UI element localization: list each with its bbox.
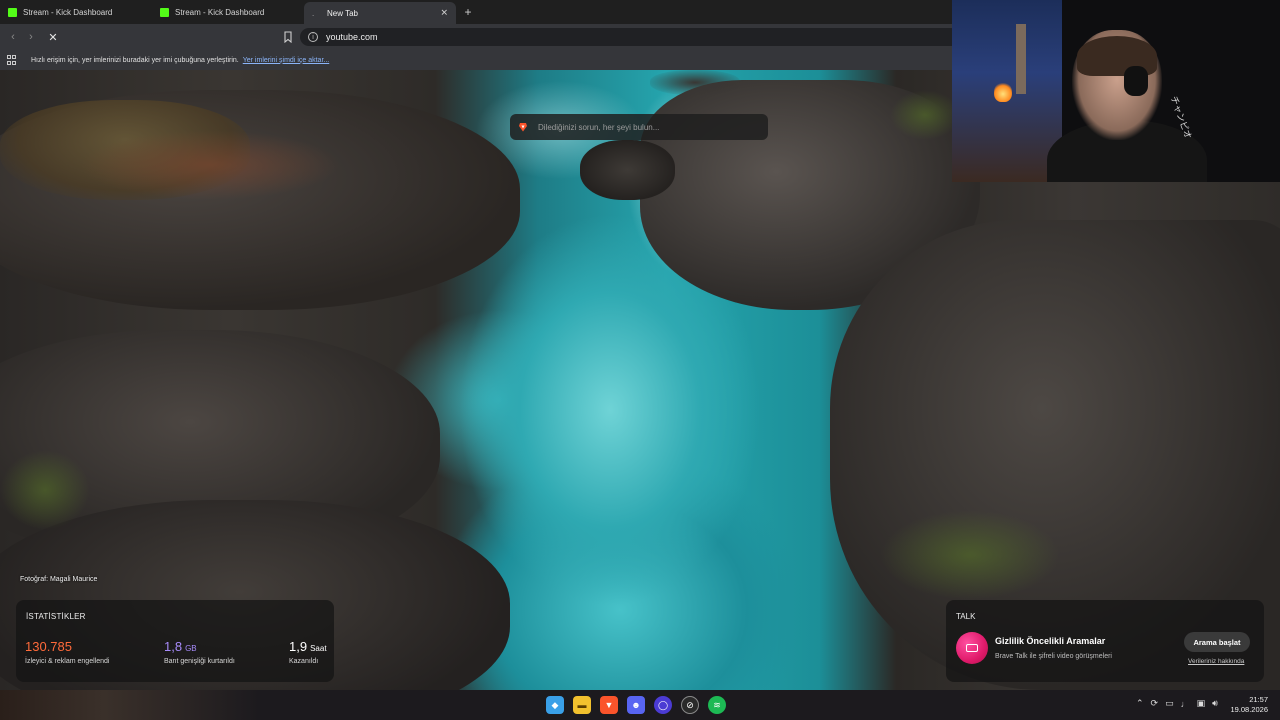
- stat-label: Kazanıldı: [289, 658, 319, 665]
- moss-patch: [880, 510, 1060, 600]
- volume-icon[interactable]: 🔊︎: [1212, 698, 1218, 709]
- moss-patch: [80, 130, 340, 200]
- stat-label: Bant genişliği kurtarıldı: [164, 658, 235, 665]
- stat-value: 1,8: [164, 639, 183, 654]
- stop-loading-button[interactable]: ✕: [44, 24, 62, 50]
- browser-toolbar: ‹ › ✕ i youtube.com: [0, 24, 952, 50]
- loading-icon: .: [312, 8, 315, 18]
- stat-label: İzleyici & reklam engellendi: [25, 658, 110, 665]
- headset-icon: [1124, 66, 1148, 96]
- stat-value: 1,9: [289, 639, 308, 654]
- about-your-data-link[interactable]: Verileriniz hakkında: [1188, 658, 1244, 665]
- back-button[interactable]: ‹: [4, 24, 22, 50]
- chevron-up-icon[interactable]: ⌃: [1136, 698, 1144, 709]
- bookmarks-bar: Hızlı erişim için, yer imlerinizi burada…: [0, 50, 952, 70]
- tab-title: New Tab: [327, 8, 358, 18]
- moss-patch: [0, 450, 90, 530]
- kick-favicon-icon: [160, 7, 169, 17]
- talk-title: Gizlilik Öncelikli Aramalar: [995, 636, 1106, 646]
- taskbar-apps: ◆ ▬ ▼ ☻ ◯ ⊘ ≋: [546, 696, 726, 714]
- stats-widget: İSTATİSTİKLER 130.785 İzleyici & reklam …: [16, 600, 334, 682]
- talk-heading: TALK: [956, 612, 976, 621]
- stat-bandwidth-saved: 1,8 GB Bant genişliği kurtarıldı: [164, 638, 235, 665]
- clock-date: 19.08.2026: [1230, 705, 1268, 714]
- stat-value: 130.785: [25, 639, 72, 654]
- talk-subtitle: Brave Talk ile şifreli video görüşmeleri: [995, 653, 1112, 660]
- search-input[interactable]: Dilediğinizi sorun, her şeyi bulun...: [510, 114, 768, 140]
- tab-new-tab[interactable]: . New Tab ✕: [304, 2, 456, 24]
- webcam-overlay: チャンピオ: [952, 0, 1280, 182]
- rock-formation: [650, 70, 740, 95]
- stat-unit: GB: [185, 644, 197, 653]
- stats-heading: İSTATİSTİKLER: [26, 612, 86, 621]
- file-explorer-icon[interactable]: ▬: [573, 696, 591, 714]
- microphone-icon[interactable]: ♩: [1181, 699, 1190, 709]
- brave-logo-icon: [519, 123, 527, 132]
- spotify-icon[interactable]: ≋: [708, 696, 726, 714]
- bookmark-icon[interactable]: [282, 31, 294, 43]
- app-icon[interactable]: ⊘: [681, 696, 699, 714]
- stat-trackers-blocked: 130.785 İzleyici & reklam engellendi: [25, 638, 109, 665]
- clock-time: 21:57: [1249, 695, 1268, 704]
- bookmarks-bar-message: Hızlı erişim için, yer imlerinizi burada…: [31, 56, 239, 64]
- taskbar-left-area: [0, 690, 260, 720]
- obs-icon[interactable]: ◯: [654, 696, 672, 714]
- system-clock[interactable]: 21:57 19.08.2026: [1230, 695, 1268, 715]
- new-tab-button[interactable]: +: [456, 0, 480, 24]
- site-info-icon[interactable]: i: [308, 32, 318, 42]
- forward-button[interactable]: ›: [22, 24, 40, 50]
- video-camera-icon: [956, 632, 988, 664]
- photo-credit[interactable]: Fotoğraf: Magali Maurice: [20, 576, 97, 583]
- folder-icon[interactable]: ▭: [1165, 698, 1174, 709]
- tab-strip: Stream - Kick Dashboard Stream - Kick Da…: [0, 0, 952, 24]
- start-call-button[interactable]: Arama başlat: [1184, 632, 1250, 652]
- fantasy-artwork: [952, 0, 1062, 182]
- close-tab-icon[interactable]: ✕: [440, 8, 448, 19]
- address-bar[interactable]: i youtube.com: [300, 28, 952, 46]
- windows-taskbar: ◆ ▬ ▼ ☻ ◯ ⊘ ≋ ⌃ ⟳ ▭ ♩ ▣ 🔊︎ 21:57 19.08.2…: [0, 690, 1280, 720]
- apps-grid-icon[interactable]: [7, 55, 17, 65]
- brave-browser-icon[interactable]: ▼: [600, 696, 618, 714]
- artwork-campfire: [994, 82, 1012, 102]
- tab-kick-dashboard-1[interactable]: Stream - Kick Dashboard: [0, 0, 152, 24]
- stat-time-saved: 1,9 Saat Kazanıldı: [289, 638, 327, 665]
- discord-icon[interactable]: ☻: [627, 696, 645, 714]
- network-icon[interactable]: ▣: [1197, 698, 1206, 709]
- windows-search-icon[interactable]: ◆: [546, 696, 564, 714]
- tab-title: Stream - Kick Dashboard: [23, 7, 113, 17]
- system-tray: ⌃ ⟳ ▭ ♩ ▣ 🔊︎: [1136, 698, 1218, 709]
- search-placeholder: Dilediğinizi sorun, her şeyi bulun...: [538, 122, 660, 132]
- import-bookmarks-link[interactable]: Yer imlerini şimdi içe aktar...: [243, 57, 330, 64]
- tab-kick-dashboard-2[interactable]: Stream - Kick Dashboard: [152, 0, 304, 24]
- tab-title: Stream - Kick Dashboard: [175, 7, 265, 17]
- kick-favicon-icon: [8, 7, 17, 17]
- moss-patch: [890, 90, 960, 140]
- address-bar-url: youtube.com: [326, 32, 378, 42]
- artwork-tower: [1016, 24, 1026, 94]
- stat-unit: Saat: [310, 644, 327, 653]
- brave-talk-widget: TALK Gizlilik Öncelikli Aramalar Brave T…: [946, 600, 1264, 682]
- rock-formation: [580, 140, 675, 200]
- update-icon[interactable]: ⟳: [1151, 698, 1159, 709]
